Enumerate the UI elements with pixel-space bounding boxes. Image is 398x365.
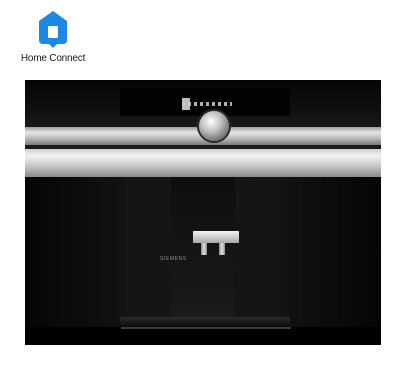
spout-nozzle-left: [201, 243, 207, 255]
display-screen: [120, 88, 290, 116]
brand-label: SIEMENS: [160, 256, 187, 262]
spout-nozzle-right: [219, 243, 225, 255]
left-panel: [25, 177, 125, 327]
drip-tray[interactable]: [120, 317, 290, 327]
right-panel: [281, 177, 381, 327]
coffee-spout[interactable]: [193, 231, 239, 243]
left-door: [125, 177, 171, 317]
base-strip: [25, 327, 381, 345]
home-connect-logo: Home Connect: [14, 6, 92, 68]
display-segments: [182, 102, 232, 106]
right-door: [235, 177, 281, 317]
machine-front: [25, 177, 381, 345]
home-connect-label: Home Connect: [20, 53, 86, 64]
home-connect-house-icon: [39, 11, 67, 48]
steel-trim-bottom: [25, 149, 381, 177]
base-highlight: [121, 327, 291, 329]
rotary-knob[interactable]: [199, 111, 229, 141]
coffee-machine: [25, 80, 381, 345]
